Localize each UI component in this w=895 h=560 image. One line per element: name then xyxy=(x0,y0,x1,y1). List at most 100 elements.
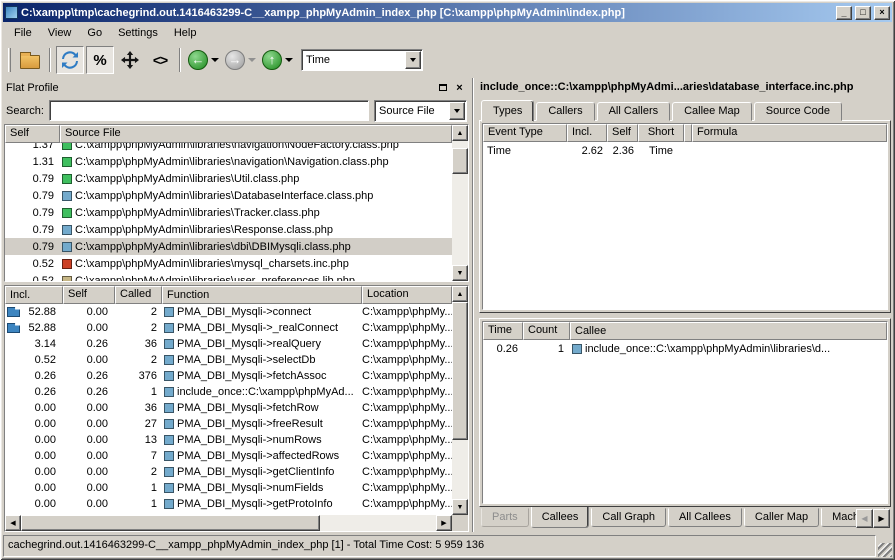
detail-tab[interactable]: Types xyxy=(481,100,534,122)
detail-tab[interactable]: Callers xyxy=(536,102,594,121)
function-row[interactable]: 0.26 0.26 1 include_once::C:\xampp\phpMy… xyxy=(5,384,452,400)
menu-item[interactable]: Settings xyxy=(110,24,166,42)
source-file-row[interactable]: 0.79 C:\xampp\phpMyAdmin\libraries\Util.… xyxy=(5,170,452,187)
function-row[interactable]: 0.52 0.00 2 PMA_DBI_Mysqli->selectDb xyxy=(5,352,452,368)
event-type-combobox[interactable]: Time xyxy=(301,49,423,71)
callee-row[interactable]: 0.26 1 include_once::C:\xampp\phpMyAdmin… xyxy=(483,340,887,357)
incl-cost-cell: 0.00 xyxy=(5,498,63,510)
chevron-down-icon xyxy=(454,109,460,113)
move-button[interactable] xyxy=(116,46,144,74)
scrollbar-thumb[interactable] xyxy=(21,515,320,531)
function-row[interactable]: 0.00 0.00 36 PMA_DBI_Mysqli->fetchRow xyxy=(5,400,452,416)
bottom-tab[interactable]: Parts xyxy=(481,508,529,527)
column-header-self[interactable]: Self xyxy=(5,125,60,143)
up-dropdown-icon[interactable] xyxy=(285,58,293,62)
scroll-up-icon[interactable]: ▲ xyxy=(452,125,468,141)
cycle-detection-button[interactable] xyxy=(56,46,84,74)
scroll-left-icon[interactable]: ◀ xyxy=(5,515,21,531)
source-file-row[interactable]: 1.37 C:\xampp\phpMyAdmin\libraries\navig… xyxy=(5,143,452,153)
column-header-count[interactable]: Count xyxy=(523,322,570,340)
function-table-hscrollbar[interactable]: ◀ ▶ xyxy=(5,515,468,531)
menu-item[interactable]: Go xyxy=(79,24,110,42)
column-header-callee[interactable]: Callee xyxy=(570,322,887,340)
dock-title-bar[interactable]: Flat Profile × xyxy=(4,78,469,97)
function-row[interactable]: 52.88 0.00 2 PMA_DBI_Mysqli->connect xyxy=(5,304,452,320)
bottom-tab[interactable]: Caller Map xyxy=(744,508,819,527)
column-header-self[interactable]: Self xyxy=(63,286,115,304)
function-row[interactable]: 0.00 0.00 7 PMA_DBI_Mysqli->affectedRows xyxy=(5,448,452,464)
bottom-tab[interactable]: Call Graph xyxy=(591,508,666,527)
up-button[interactable]: ↑ xyxy=(262,50,282,70)
search-input[interactable] xyxy=(49,100,369,121)
bottom-tab[interactable]: All Callees xyxy=(668,508,742,527)
event-type-dropdown-button[interactable] xyxy=(405,51,421,69)
function-row[interactable]: 3.14 0.26 36 PMA_DBI_Mysqli->realQuery xyxy=(5,336,452,352)
column-header-self[interactable]: Self xyxy=(607,124,638,142)
back-dropdown-icon[interactable] xyxy=(211,58,219,62)
tab-scroll-right-icon[interactable]: ▶ xyxy=(873,509,890,528)
source-file-path: C:\xampp\phpMyAdmin\libraries\DatabaseIn… xyxy=(75,190,373,202)
source-table-scrollbar[interactable]: ▲ ▼ xyxy=(452,125,468,281)
location-cell: C:\xampp\phpMy... xyxy=(362,354,452,366)
source-file-row[interactable]: 0.52 C:\xampp\phpMyAdmin\libraries\mysql… xyxy=(5,255,452,272)
dock-float-button[interactable] xyxy=(435,81,450,95)
function-row[interactable]: 0.00 0.00 1 PMA_DBI_Mysqli->getProtoInfo xyxy=(5,496,452,512)
menu-item[interactable]: View xyxy=(40,24,80,42)
column-header-called[interactable]: Called xyxy=(115,286,162,304)
source-file-row[interactable]: 0.79 C:\xampp\phpMyAdmin\libraries\dbi\D… xyxy=(5,238,452,255)
column-header-short[interactable]: Short xyxy=(638,124,684,142)
menu-item[interactable]: File xyxy=(6,24,40,42)
scroll-down-icon[interactable]: ▼ xyxy=(452,265,468,281)
self-cost-cell: 0.26 xyxy=(63,386,115,398)
maximize-button[interactable]: □ xyxy=(855,6,871,20)
function-row[interactable]: 0.00 0.00 27 PMA_DBI_Mysqli->freeResult xyxy=(5,416,452,432)
column-header-spacer[interactable] xyxy=(684,124,692,142)
grouping-dropdown-button[interactable] xyxy=(449,102,465,120)
self-cost-cell: 0.00 xyxy=(63,498,115,510)
called-count-cell: 1 xyxy=(115,498,162,510)
function-row[interactable]: 0.26 0.26 376 PMA_DBI_Mysqli->fetchAssoc xyxy=(5,368,452,384)
scroll-right-icon[interactable]: ▶ xyxy=(436,515,452,531)
column-header-source-file[interactable]: Source File xyxy=(60,125,452,143)
source-file-row[interactable]: 0.79 C:\xampp\phpMyAdmin\libraries\Respo… xyxy=(5,221,452,238)
bottom-tab[interactable]: Callees xyxy=(531,507,590,528)
minimize-button[interactable]: _ xyxy=(836,6,852,20)
column-header-incl[interactable]: Incl. xyxy=(567,124,607,142)
source-file-row[interactable]: 0.52 C:\xampp\phpMyAdmin\libraries\user_… xyxy=(5,272,452,281)
function-row[interactable]: 0.00 0.00 2 PMA_DBI_Mysqli->getClientInf… xyxy=(5,464,452,480)
event-type-row[interactable]: Time 2.62 2.36 Time xyxy=(483,142,887,159)
scroll-down-icon[interactable]: ▼ xyxy=(452,499,468,515)
toolbar-drag-handle[interactable] xyxy=(8,48,11,72)
back-button[interactable]: ← xyxy=(188,50,208,70)
scroll-up-icon[interactable]: ▲ xyxy=(452,286,468,302)
close-button[interactable]: × xyxy=(874,6,890,20)
source-file-row[interactable]: 0.79 C:\xampp\phpMyAdmin\libraries\Datab… xyxy=(5,187,452,204)
function-row[interactable]: 0.00 0.00 13 PMA_DBI_Mysqli->numRows xyxy=(5,432,452,448)
open-file-button[interactable] xyxy=(16,46,44,74)
menu-item[interactable]: Help xyxy=(166,24,205,42)
self-cost-cell: 0.00 xyxy=(63,306,115,318)
source-file-row[interactable]: 1.31 C:\xampp\phpMyAdmin\libraries\navig… xyxy=(5,153,452,170)
source-file-row[interactable]: 0.79 C:\xampp\phpMyAdmin\libraries\Track… xyxy=(5,204,452,221)
column-header-function[interactable]: Function xyxy=(162,286,362,304)
dock-close-button[interactable]: × xyxy=(452,81,467,95)
grouping-combobox[interactable]: Source File xyxy=(374,100,467,122)
search-row: Search: Source File xyxy=(4,97,469,124)
scrollbar-thumb[interactable] xyxy=(452,148,468,174)
shorten-templates-button[interactable]: <> xyxy=(146,46,174,74)
column-header-event-type[interactable]: Event Type xyxy=(483,124,567,142)
column-header-location[interactable]: Location xyxy=(362,286,452,304)
function-row[interactable]: 0.00 0.00 1 PMA_DBI_Mysqli->numFields xyxy=(5,480,452,496)
resize-grip[interactable] xyxy=(878,543,892,557)
detail-tab[interactable]: Callee Map xyxy=(672,102,752,121)
detail-tab[interactable]: All Callers xyxy=(597,102,671,121)
title-bar[interactable]: C:\xampp\tmp\cachegrind.out.1416463299-C… xyxy=(3,3,892,22)
column-header-time[interactable]: Time xyxy=(483,322,523,340)
relative-percent-button[interactable]: % xyxy=(86,46,114,74)
scrollbar-thumb[interactable] xyxy=(452,302,468,440)
detail-tab[interactable]: Source Code xyxy=(754,102,842,121)
column-header-incl[interactable]: Incl. xyxy=(5,286,63,304)
function-table-vscrollbar[interactable]: ▲ ▼ xyxy=(452,286,468,515)
column-header-formula[interactable]: Formula xyxy=(692,124,887,142)
function-row[interactable]: 52.88 0.00 2 PMA_DBI_Mysqli->_realConnec… xyxy=(5,320,452,336)
